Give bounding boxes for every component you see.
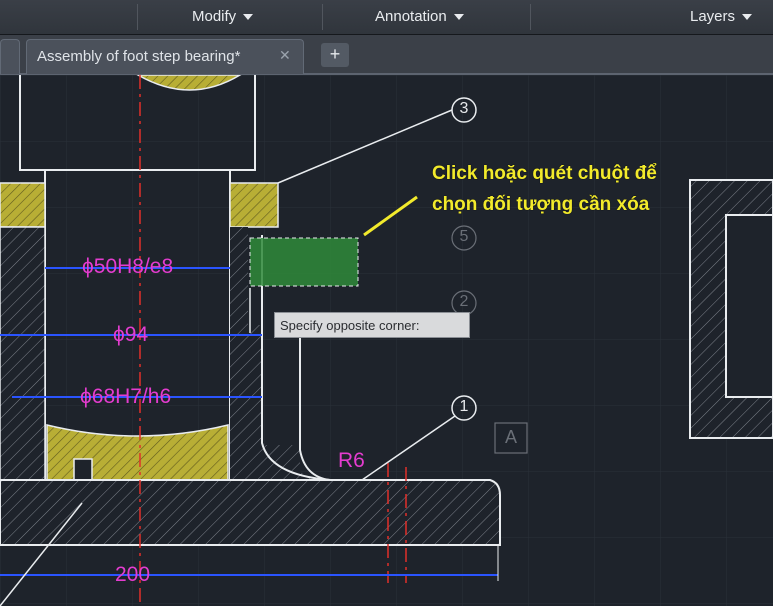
chevron-down-icon (453, 13, 464, 20)
annotation-line: Click hoặc quét chuột để (432, 163, 657, 184)
command-tooltip: Specify opposite corner: (274, 312, 470, 338)
dimension-text: ϕ50H8/e8 (82, 255, 174, 278)
side-view-inner (725, 214, 773, 398)
dimension-text: ϕ94 (113, 323, 149, 346)
ribbon-separator (137, 4, 138, 30)
balloon-label: 1 (459, 398, 469, 415)
chevron-down-icon (243, 13, 254, 20)
ribbon-panel-modify[interactable]: Modify (192, 8, 254, 25)
left-collar-hatch (0, 182, 46, 228)
chevron-down-icon (742, 13, 753, 20)
balloon-label: 3 (459, 100, 469, 117)
ribbon-panel-label: Modify (192, 8, 237, 25)
balloon-label: 2 (459, 293, 469, 310)
file-tab-bar: Assembly of foot step bearing* ✕ + (0, 35, 773, 75)
balloon-label: 5 (459, 228, 469, 245)
ribbon-separator (530, 4, 531, 30)
annotation-line: chọn đối tượng cần xóa (432, 194, 650, 215)
ribbon-panel-bar: Modify Annotation Layers (0, 0, 773, 35)
right-collar-hatch (229, 182, 279, 228)
left-housing-hatch (0, 226, 46, 484)
section-label: A (504, 427, 517, 447)
tutorial-annotation: Click hoặc quét chuột để chọn đối tượng … (432, 158, 657, 220)
drawing-canvas[interactable]: ϕ50H8/e8 ϕ94 ϕ68H7/h6 R6 200 3 5 2 1 A S… (0, 75, 773, 606)
dimension-text: 200 (115, 563, 151, 586)
ribbon-panel-label: Annotation (375, 8, 447, 25)
close-icon[interactable]: ✕ (279, 47, 291, 64)
new-tab-button[interactable]: + (321, 43, 349, 67)
tab-label: Assembly of foot step bearing* (37, 48, 241, 65)
ribbon-panel-layers[interactable]: Layers (690, 8, 753, 25)
radius-dimension-text: R6 (338, 449, 365, 472)
ribbon-panel-annotation[interactable]: Annotation (375, 8, 464, 25)
dimension-text: ϕ68H7/h6 (80, 385, 172, 408)
tab-assembly-drawing[interactable]: Assembly of foot step bearing* ✕ (26, 39, 304, 74)
ribbon-separator (322, 4, 323, 30)
ribbon-panel-label: Layers (690, 8, 736, 25)
tab-previous[interactable] (0, 39, 20, 74)
selection-window (249, 237, 359, 287)
